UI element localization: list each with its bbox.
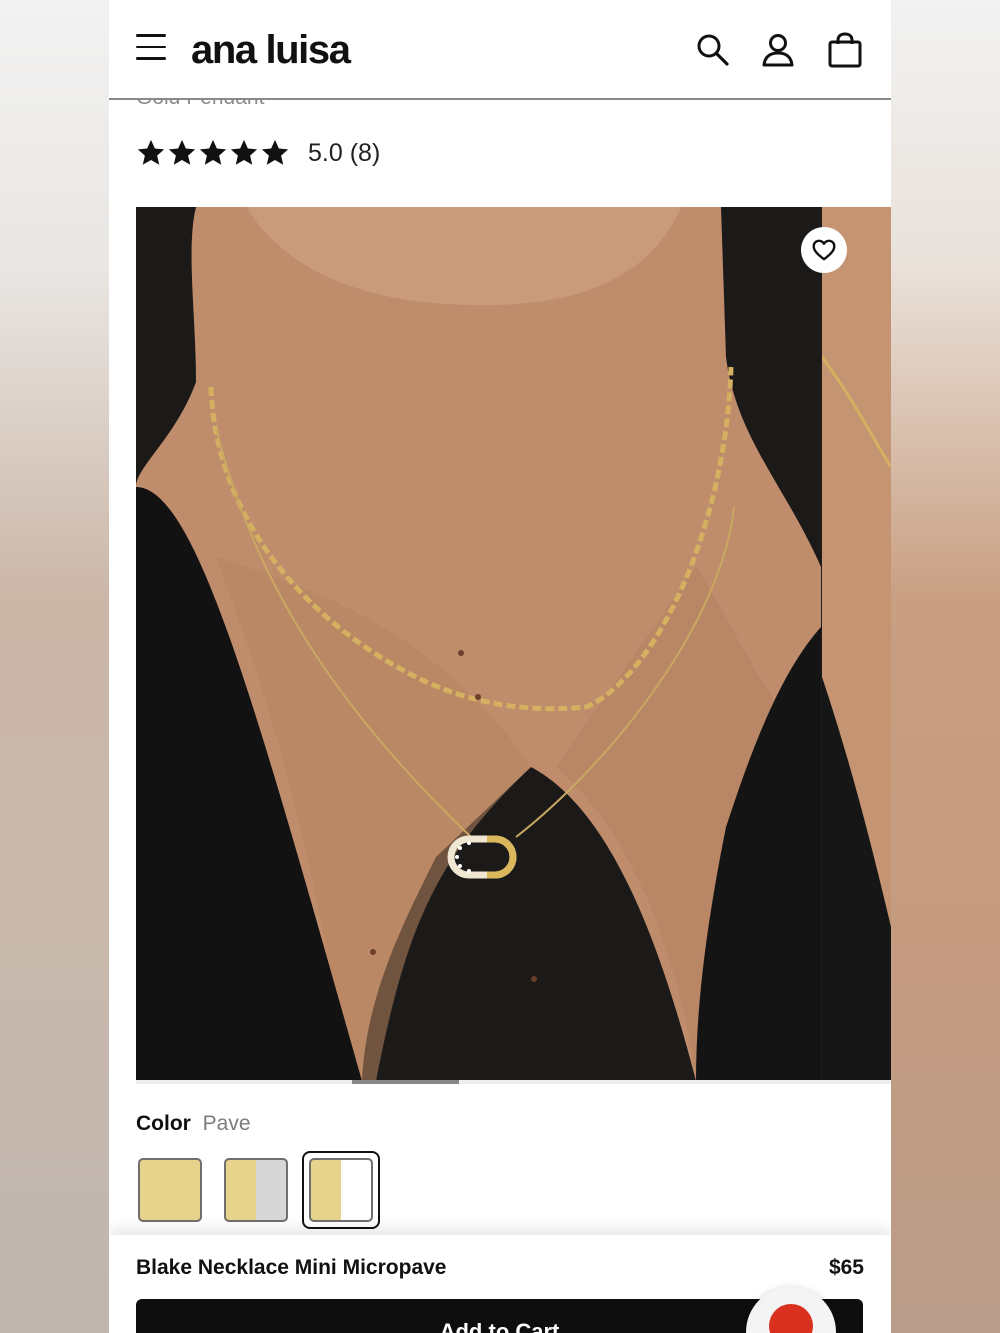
product-image-gallery[interactable] (136, 207, 891, 1081)
account-icon[interactable] (760, 32, 796, 68)
product-name: Blake Necklace Mini Micropave (136, 1256, 447, 1279)
product-photo (136, 207, 821, 1081)
site-header: ana luisa (109, 0, 891, 100)
color-swatch-pave-selected[interactable] (302, 1151, 380, 1229)
menu-icon[interactable] (136, 34, 166, 62)
sticky-add-to-cart-bar: Blake Necklace Mini Micropave $65 Add to… (109, 1235, 891, 1333)
brand-logo[interactable]: ana luisa (191, 28, 351, 73)
chat-icon (769, 1304, 813, 1333)
product-price: $65 (828, 1256, 864, 1279)
star-icon (199, 139, 227, 165)
color-swatch-mixed[interactable] (224, 1158, 288, 1222)
star-rating (136, 138, 290, 168)
gallery-scroll-thumb[interactable] (352, 1080, 459, 1084)
chat-widget-button[interactable] (746, 1287, 836, 1333)
star-icon (137, 139, 165, 165)
product-rating[interactable]: 5.0 (8) (136, 133, 380, 173)
review-count: (8) (349, 138, 381, 167)
bag-icon[interactable] (827, 32, 863, 68)
rating-summary[interactable]: 5.0 (8) (308, 139, 380, 168)
background-left (0, 0, 109, 1333)
background-right (891, 0, 1000, 1333)
next-product-photo[interactable] (822, 207, 891, 1081)
heart-icon (812, 239, 836, 261)
star-icon (230, 139, 258, 165)
rating-score: 5.0 (308, 138, 343, 167)
color-label: Color (136, 1112, 191, 1135)
search-icon[interactable] (695, 32, 731, 68)
star-icon (168, 139, 196, 165)
color-swatch-gold[interactable] (138, 1158, 202, 1222)
selected-color: Pave (202, 1112, 251, 1135)
wishlist-button[interactable] (801, 227, 847, 273)
color-selector-label: Color Pave (136, 1112, 251, 1136)
color-swatch-pave (309, 1158, 373, 1222)
product-page: ana luisa Gold Pendant 5.0 (8) (109, 0, 891, 1333)
gallery-scrollbar[interactable] (136, 1080, 891, 1084)
star-icon (261, 139, 289, 165)
